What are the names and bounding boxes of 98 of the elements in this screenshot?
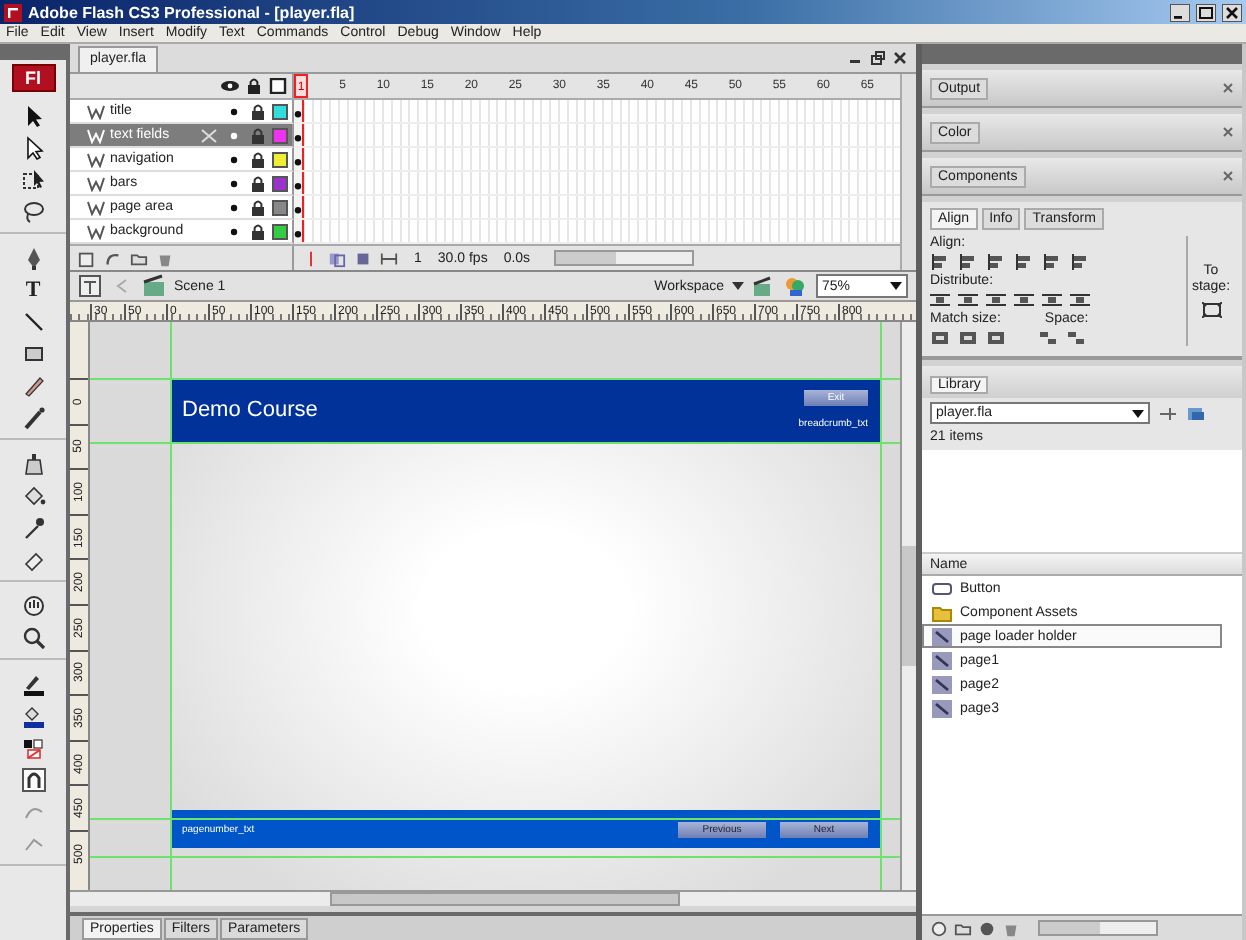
eyedropper-icon[interactable] <box>21 516 45 540</box>
new-library-icon[interactable] <box>1186 405 1206 421</box>
close-button[interactable] <box>1222 3 1242 21</box>
scrollbar[interactable] <box>70 890 916 906</box>
movie-clip-icon <box>932 675 952 693</box>
window-title: Adobe Flash CS3 Professional - [player.fla] <box>28 3 355 21</box>
close-button[interactable] <box>892 50 908 66</box>
brush-icon[interactable] <box>21 406 45 430</box>
keyframe-icon[interactable] <box>294 148 304 170</box>
keyframe-icon[interactable] <box>294 196 304 218</box>
maximize-button[interactable] <box>1196 3 1216 21</box>
hand-icon[interactable] <box>21 594 45 618</box>
distribute-icon[interactable] <box>958 292 978 308</box>
new-layer-icon[interactable] <box>78 249 96 267</box>
new-symbol-icon[interactable] <box>930 919 948 937</box>
distribute-icon[interactable] <box>1014 292 1034 308</box>
caret-icon <box>732 282 744 290</box>
timeline-toggle-icon[interactable] <box>78 274 102 298</box>
align-icon[interactable] <box>986 254 1006 270</box>
minimize-button[interactable] <box>1170 3 1190 21</box>
scrollbar[interactable] <box>554 250 695 266</box>
align-icon[interactable] <box>1042 254 1062 270</box>
layer-color-swatch[interactable] <box>272 151 288 167</box>
rectangle-icon[interactable] <box>21 342 45 366</box>
lock-icon[interactable] <box>244 78 264 94</box>
visibility-dot[interactable] <box>230 203 238 211</box>
movie-clip-icon <box>932 651 952 669</box>
fill-color-icon[interactable] <box>21 704 45 728</box>
edit-scene-icon[interactable] <box>752 274 776 298</box>
visibility-dot[interactable] <box>230 155 238 163</box>
visibility-dot[interactable] <box>230 179 238 187</box>
scrollbar[interactable] <box>900 74 916 270</box>
visibility-dot[interactable] <box>230 227 238 235</box>
folder-icon[interactable] <box>130 249 148 267</box>
distribute-icon[interactable] <box>1070 292 1090 308</box>
keyframe-icon[interactable] <box>294 172 304 194</box>
line-icon[interactable] <box>21 310 45 334</box>
close-icon[interactable] <box>1222 126 1234 138</box>
layer-color-swatch[interactable] <box>272 223 288 239</box>
distribute-icon[interactable] <box>1042 292 1062 308</box>
caret-icon <box>1132 409 1144 417</box>
movie-clip-icon <box>932 627 952 645</box>
outline-icon[interactable] <box>268 78 288 94</box>
lock-icon[interactable] <box>248 103 268 119</box>
stroke-color-icon[interactable] <box>21 672 45 696</box>
distribute-icon[interactable] <box>930 292 950 308</box>
edit-frames-icon[interactable] <box>380 249 398 267</box>
layer-color-swatch[interactable] <box>272 199 288 215</box>
course-title: Demo Course <box>182 398 318 422</box>
trash-icon[interactable] <box>156 249 174 267</box>
layer-color-swatch[interactable] <box>272 127 288 143</box>
layer-color-swatch[interactable] <box>272 103 288 119</box>
scrollbar[interactable] <box>1038 920 1158 936</box>
properties-icon[interactable] <box>978 919 996 937</box>
app-icon <box>4 3 22 21</box>
lasso-icon[interactable] <box>21 200 45 224</box>
keyframe-icon[interactable] <box>294 220 304 242</box>
align-icon[interactable] <box>930 254 950 270</box>
onion-skin-icon[interactable] <box>328 249 346 267</box>
magnet-icon[interactable] <box>21 768 45 792</box>
ink-bottle-icon[interactable] <box>21 452 45 476</box>
distribute-icon[interactable] <box>986 292 1006 308</box>
free-transform-icon[interactable] <box>21 168 45 192</box>
lock-icon[interactable] <box>248 199 268 215</box>
close-icon[interactable] <box>1222 170 1234 182</box>
keyframe-icon[interactable] <box>294 124 304 146</box>
lock-icon[interactable] <box>248 175 268 191</box>
paint-bucket-icon[interactable] <box>21 484 45 508</box>
caret-icon <box>890 282 902 290</box>
lock-icon[interactable] <box>248 151 268 167</box>
text-tool[interactable]: T <box>25 278 41 302</box>
scene-icon <box>142 274 166 298</box>
eraser-icon[interactable] <box>21 548 45 572</box>
app-logo: Fl <box>11 64 55 92</box>
zoom-icon[interactable] <box>21 626 45 650</box>
onion-outline-icon[interactable] <box>354 249 372 267</box>
scrollbar[interactable] <box>900 322 916 890</box>
folder-icon[interactable] <box>954 919 972 937</box>
visibility-dot[interactable] <box>230 131 238 139</box>
lock-icon[interactable] <box>248 223 268 239</box>
motion-guide-icon[interactable] <box>104 249 122 267</box>
space-icon[interactable] <box>1066 330 1086 346</box>
align-icon[interactable] <box>1014 254 1034 270</box>
layer-color-swatch[interactable] <box>272 175 288 191</box>
edit-symbol-icon[interactable] <box>784 274 808 298</box>
trash-icon[interactable] <box>1002 919 1020 937</box>
align-icon[interactable] <box>958 254 978 270</box>
keyframe-icon[interactable] <box>294 100 304 122</box>
hollow-arrow-icon[interactable] <box>21 136 45 160</box>
eye-icon[interactable] <box>220 78 240 94</box>
movie-clip-icon <box>932 699 952 717</box>
visibility-dot[interactable] <box>230 107 238 115</box>
space-icon[interactable] <box>1038 330 1058 346</box>
swap-colors-icon[interactable] <box>21 736 45 760</box>
to-stage-icon[interactable] <box>1201 302 1221 318</box>
restore-button[interactable] <box>870 50 886 66</box>
align-icon[interactable] <box>1070 254 1090 270</box>
close-icon[interactable] <box>1222 82 1234 94</box>
